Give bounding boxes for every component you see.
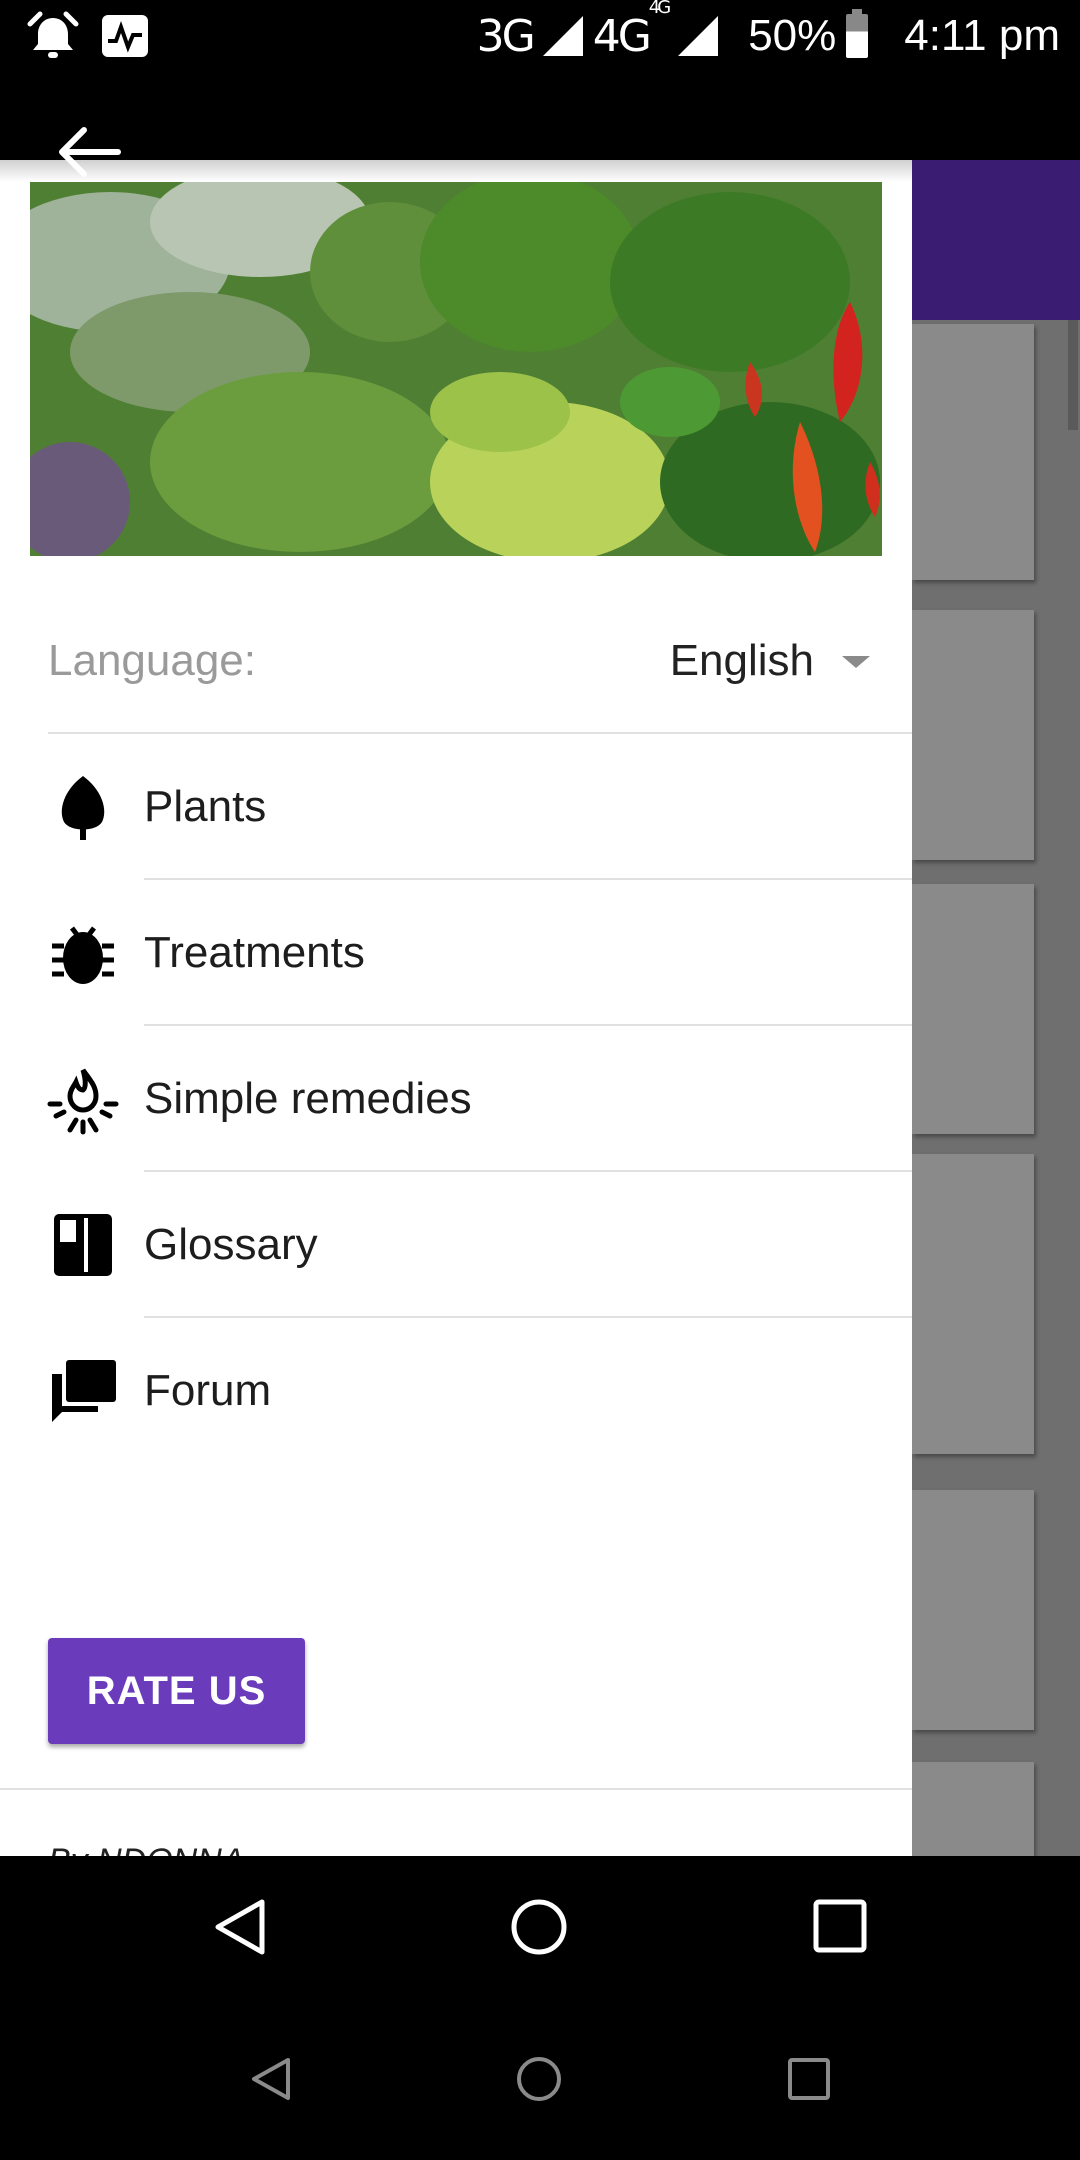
status-right: 3G 4G4G 50% 4:11 pm — [477, 0, 1060, 72]
navigation-bar — [0, 1856, 1080, 1998]
status-left-icons — [26, 10, 150, 62]
language-value[interactable]: English — [670, 636, 814, 686]
menu-item-label: Plants — [144, 782, 267, 831]
background-card — [912, 610, 1034, 860]
network-4g-label: 4G — [592, 10, 652, 62]
home-icon[interactable] — [508, 1896, 570, 1958]
network-4g-sup: 4G — [648, 0, 671, 18]
rate-us-button[interactable]: RATE US — [48, 1638, 305, 1744]
alarm-icon — [27, 11, 79, 58]
status-bar: 3G 4G4G 50% 4:11 pm — [0, 0, 1080, 72]
signal-icon-2 — [678, 16, 719, 56]
background-card — [912, 884, 1034, 1134]
forum-icon — [52, 1360, 116, 1422]
background-card — [912, 1762, 1034, 1856]
drawer-top-shade — [0, 160, 912, 182]
bug-icon — [52, 926, 114, 984]
menu-item-label: Glossary — [144, 1220, 318, 1269]
menu-item-glossary[interactable]: Glossary — [0, 1172, 912, 1318]
recents-icon[interactable] — [786, 2056, 832, 2102]
language-label: Language: — [48, 636, 256, 685]
author-byline: By NDONNA — [48, 1842, 244, 1856]
menu-item-plants[interactable]: Plants — [0, 734, 912, 880]
home-icon[interactable] — [514, 2054, 564, 2104]
background-card — [912, 1490, 1034, 1730]
dropdown-caret-icon — [842, 656, 870, 668]
activity-icon — [102, 15, 148, 57]
battery-icon — [846, 9, 869, 58]
language-selector[interactable]: Language: English — [48, 618, 874, 700]
background-card — [912, 1154, 1034, 1454]
menu-item-forum[interactable]: Forum — [0, 1318, 912, 1464]
app-area: Language: English Plants Treatments Simp… — [0, 72, 1080, 1856]
scrollbar[interactable] — [1068, 320, 1078, 430]
header-image — [30, 182, 882, 556]
leaf-icon — [61, 776, 105, 840]
signal-icon — [542, 16, 583, 56]
navigation-bar-secondary — [0, 1998, 1080, 2160]
back-icon[interactable] — [248, 2054, 294, 2104]
back-icon[interactable] — [210, 1896, 270, 1958]
menu-item-treatments[interactable]: Treatments — [0, 880, 912, 1026]
campfire-icon — [47, 1068, 119, 1135]
book-icon — [54, 1214, 112, 1276]
app-bar — [910, 160, 1080, 320]
menu-item-label: Treatments — [144, 928, 365, 977]
back-arrow-icon[interactable] — [54, 122, 124, 182]
battery-percent: 50% — [748, 11, 837, 60]
menu-item-label: Simple remedies — [144, 1074, 472, 1123]
network-4g: 4G4G — [592, 0, 672, 62]
menu-item-simple-remedies[interactable]: Simple remedies — [0, 1026, 912, 1172]
clock: 4:11 pm — [904, 11, 1060, 60]
recents-icon[interactable] — [812, 1898, 868, 1954]
menu-item-label: Forum — [144, 1366, 272, 1415]
background-card — [912, 324, 1034, 580]
network-3g: 3G — [476, 10, 536, 62]
divider — [0, 1788, 912, 1790]
